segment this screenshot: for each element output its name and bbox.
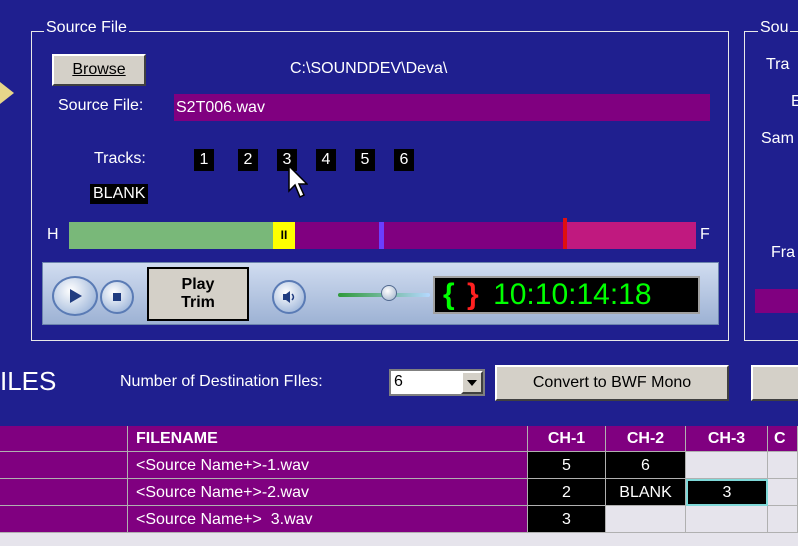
source-info-label-2: E	[791, 93, 798, 110]
source-info-label-1: Tra	[766, 56, 790, 73]
play-trim-line2: Trim	[181, 294, 215, 311]
volume-slider-thumb[interactable]	[381, 285, 397, 301]
table-header-ch1: CH-1	[528, 426, 606, 452]
blank-badge: BLANK	[90, 184, 149, 204]
source-info-legend: Sou	[758, 19, 791, 37]
dropdown-arrow-button[interactable]	[461, 371, 483, 394]
volume-button[interactable]	[272, 280, 306, 314]
destination-count-label: Number of Destination FIles:	[120, 373, 323, 390]
destination-table: FILENAME CH-1 CH-2 CH-3 C <Source Name+>…	[0, 426, 798, 546]
pointer-arrow-icon	[0, 82, 14, 104]
destination-count-select[interactable]: 6	[389, 369, 485, 396]
table-row-3-ch3[interactable]	[686, 506, 768, 533]
timeline-played-segment	[69, 222, 275, 249]
table-row-2-ch4[interactable]	[768, 479, 798, 506]
timecode-brace-open: {	[443, 278, 455, 311]
track-6-button[interactable]: 6	[394, 149, 414, 171]
table-row-2-ch3[interactable]: 3	[686, 479, 768, 506]
table-row-3-ch4[interactable]	[768, 506, 798, 533]
browse-label: Browse	[72, 61, 126, 78]
chevron-down-icon	[467, 379, 477, 386]
table-row-3-blank	[0, 506, 128, 533]
source-file-field[interactable]: S2T006.wav	[174, 94, 710, 121]
table-row-1-ch1[interactable]: 5	[528, 452, 606, 479]
table-row-1-ch4[interactable]	[768, 452, 798, 479]
tracks-label: Tracks:	[94, 150, 146, 167]
table-row-3-ch2[interactable]	[606, 506, 686, 533]
timecode-display: { } 10:10:14:18	[433, 276, 700, 314]
table-header-blank	[0, 426, 128, 452]
convert-button[interactable]: Convert to BWF Mono	[495, 365, 729, 401]
track-4-button[interactable]: 4	[316, 149, 336, 171]
table-row-1-ch2[interactable]: 6	[606, 452, 686, 479]
table-row-2-ch1[interactable]: 2	[528, 479, 606, 506]
destination-section-title: ILES	[0, 366, 57, 396]
timeline-start-label: H	[47, 226, 59, 243]
timecode-value: 10:10:14:18	[493, 278, 652, 311]
play-icon	[70, 289, 82, 303]
table-header-ch4: C	[768, 426, 798, 452]
track-5-button[interactable]: 5	[355, 149, 375, 171]
timeline-marker-red	[563, 218, 567, 249]
source-path: C:\SOUNDDEV\Deva\	[290, 60, 448, 77]
track-1-button[interactable]: 1	[194, 149, 214, 171]
stop-button[interactable]	[100, 280, 134, 314]
timeline-marker-blue	[379, 222, 384, 249]
stop-icon	[113, 293, 121, 301]
source-info-bar	[755, 289, 798, 313]
browse-button[interactable]: Browse	[52, 54, 146, 86]
table-row-1-filename[interactable]: <Source Name+>-1.wav	[128, 452, 528, 479]
mouse-cursor-icon	[288, 165, 308, 199]
table-row-2-filename[interactable]: <Source Name+>-2.wav	[128, 479, 528, 506]
source-info-label-3: Sam	[761, 130, 794, 147]
play-trim-line1: Play	[181, 276, 215, 293]
play-button[interactable]	[52, 276, 98, 316]
destination-count-value: 6	[394, 373, 403, 390]
table-header-filename: FILENAME	[128, 426, 528, 452]
timecode-brace-close: }	[467, 278, 479, 311]
source-info-label-4: Fra	[771, 244, 795, 261]
cropped-button[interactable]	[751, 365, 798, 401]
table-row-3-filename[interactable]: <Source Name+> 3.wav	[128, 506, 528, 533]
table-header-ch3: CH-3	[686, 426, 768, 452]
table-row-2-ch2[interactable]: BLANK	[606, 479, 686, 506]
table-row-1-blank	[0, 452, 128, 479]
timeline-bar[interactable]: II	[69, 218, 696, 249]
table-row-1-ch3[interactable]	[686, 452, 768, 479]
table-header-ch2: CH-2	[606, 426, 686, 452]
table-row-3-ch1[interactable]: 3	[528, 506, 606, 533]
speaker-icon	[283, 291, 295, 303]
timeline-end-segment	[567, 222, 696, 249]
playhead-handle[interactable]: II	[273, 222, 295, 249]
table-row-2-blank	[0, 479, 128, 506]
track-2-button[interactable]: 2	[238, 149, 258, 171]
timeline-end-label: F	[700, 226, 710, 243]
source-file-label: Source File:	[58, 97, 144, 114]
source-file-legend: Source File	[44, 19, 129, 37]
play-trim-button[interactable]: Play Trim	[147, 267, 249, 321]
